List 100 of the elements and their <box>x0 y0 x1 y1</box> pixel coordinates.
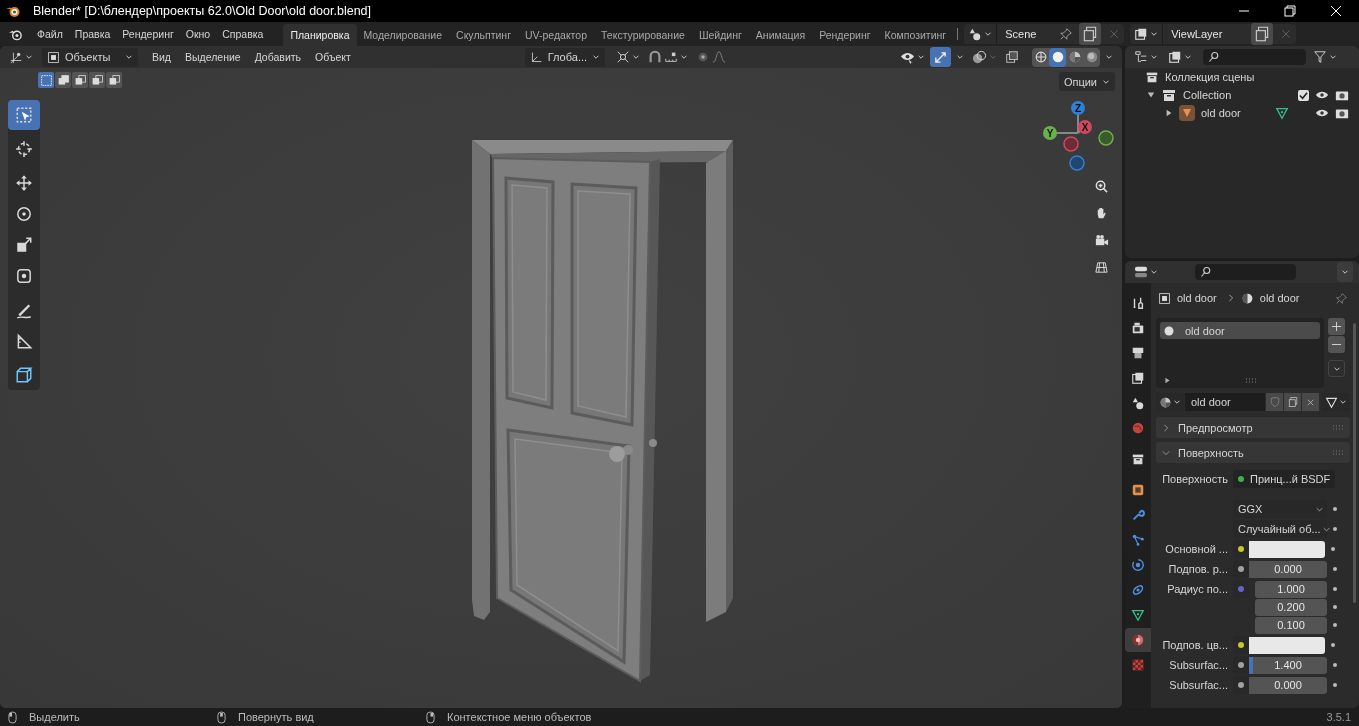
workspace-tab[interactable]: Скульптинг <box>449 24 518 46</box>
axis-label: Y <box>1046 128 1054 139</box>
move-icon <box>15 174 33 192</box>
wireframe-sphere-icon <box>1033 50 1048 64</box>
panel-header[interactable]: Поверхность <box>1156 442 1350 463</box>
outliner-item[interactable]: Collection <box>1183 89 1232 101</box>
viewport-menu-item[interactable]: Выделение <box>179 47 247 67</box>
workspace-tab[interactable]: Анимация <box>748 24 813 46</box>
funnel-icon <box>1313 50 1327 64</box>
mode-dropdown[interactable]: Объекты <box>42 47 138 67</box>
menu-item[interactable]: Файл <box>31 24 69 44</box>
box-icon <box>1145 70 1159 84</box>
unlink-button[interactable] <box>1302 393 1319 411</box>
menu-item[interactable]: Окно <box>179 24 217 44</box>
field-label: Subsurfac... <box>1169 679 1228 691</box>
dropdown-field[interactable]: GGX <box>1233 500 1327 518</box>
maximize-icon[interactable] <box>1284 5 1296 17</box>
color-swatch[interactable] <box>1249 540 1325 558</box>
grip-icon[interactable] <box>1245 377 1257 384</box>
workspace-tab[interactable]: Текстурирование <box>594 24 692 46</box>
workspace-tab[interactable]: Планировка <box>283 24 357 46</box>
keyframe-dot[interactable] <box>1333 567 1337 571</box>
link-icon <box>1131 583 1145 597</box>
shading-mode-button[interactable] <box>1049 47 1066 67</box>
select-mode-button[interactable] <box>72 72 88 88</box>
select-mode-button[interactable] <box>89 72 105 88</box>
collapsed-arrow-icon[interactable] <box>1165 109 1173 117</box>
search-field[interactable] <box>1203 49 1306 65</box>
caret-icon <box>1105 53 1113 61</box>
copy-icon[interactable] <box>1251 23 1274 45</box>
keyframe-dot[interactable] <box>1331 643 1335 647</box>
outliner-item[interactable]: old door <box>1201 107 1241 119</box>
camera-back-icon <box>1131 321 1145 335</box>
shader-link-field[interactable]: Принц...й BSDF <box>1233 470 1336 488</box>
options-dropdown[interactable]: Опции <box>1058 72 1115 91</box>
grip-icon[interactable] <box>1332 424 1344 431</box>
pin-icon[interactable] <box>1335 291 1348 305</box>
gizmo-toggle[interactable] <box>930 47 951 67</box>
expanded-arrow-icon[interactable] <box>1147 91 1155 99</box>
tool-button[interactable] <box>8 100 40 130</box>
number-field[interactable]: 1.000 <box>1255 580 1327 598</box>
navigation-gizmo-drawing[interactable] <box>1043 101 1114 171</box>
workspace-tab[interactable]: Рендеринг <box>812 24 878 46</box>
caret-icon <box>984 30 993 38</box>
viewport-menu-item[interactable]: Добавить <box>248 47 308 67</box>
field-label: Подпов. цв... <box>1162 639 1228 651</box>
viewport-menu-item[interactable]: Вид <box>146 47 177 67</box>
color-swatch[interactable] <box>1249 636 1325 654</box>
select-mode-button[interactable] <box>38 72 54 88</box>
outliner-item[interactable]: Коллекция сцены <box>1165 71 1255 83</box>
gizmo-arrows-icon <box>933 49 948 65</box>
workspace-tab[interactable]: Шейдинг <box>691 24 749 46</box>
caret-icon <box>1150 53 1158 61</box>
select-mode-button[interactable] <box>106 72 122 88</box>
expand-arrow-icon[interactable] <box>1164 377 1171 384</box>
material-name-field[interactable]: old door <box>1185 393 1265 411</box>
workspace-tab[interactable]: Композитинг <box>877 24 954 46</box>
keyframe-dot[interactable] <box>1333 507 1337 511</box>
status-hint: Выделить <box>29 711 81 723</box>
menu-item[interactable]: Рендеринг <box>116 24 180 44</box>
checkbox[interactable] <box>1298 89 1309 101</box>
caret-icon <box>1322 525 1330 533</box>
menu-item[interactable]: Справка <box>216 24 270 44</box>
keyframe-dot[interactable] <box>1333 623 1337 627</box>
dropdown-field[interactable]: Случайный об... <box>1233 520 1327 538</box>
number-field[interactable]: 0.100 <box>1255 616 1327 634</box>
workspace-tab[interactable]: Моделирование <box>356 24 450 46</box>
number-field[interactable]: 0.000 <box>1249 560 1327 578</box>
panel-title: Поверхность <box>1178 446 1244 459</box>
orientation-dropdown[interactable]: Глоба... <box>524 47 606 67</box>
slider-field[interactable]: 1.400 <box>1249 656 1327 674</box>
add-slot-button[interactable] <box>1328 318 1345 335</box>
copy-icon[interactable] <box>1079 23 1102 45</box>
material-slot[interactable]: old door <box>1160 322 1320 339</box>
image-stack-icon <box>1131 371 1145 385</box>
select-mode-icon <box>90 73 104 87</box>
keyframe-dot[interactable] <box>1333 587 1337 591</box>
panel-header[interactable]: Предпросмотр <box>1156 417 1350 438</box>
keyframe-dot[interactable] <box>1333 527 1337 531</box>
close-icon[interactable] <box>1330 5 1342 17</box>
keyframe-dot[interactable] <box>1331 547 1335 551</box>
keyframe-dot[interactable] <box>1333 683 1337 687</box>
grip-icon[interactable] <box>1332 449 1344 456</box>
pencil-icon <box>15 301 33 319</box>
search-field[interactable] <box>1195 264 1296 280</box>
remove-slot-button[interactable] <box>1328 336 1345 353</box>
caret-icon <box>125 53 133 61</box>
keyframe-dot[interactable] <box>1333 663 1337 667</box>
checker-icon <box>1131 658 1145 672</box>
triangle-mesh-icon[interactable] <box>1274 106 1289 120</box>
number-field[interactable]: 0.200 <box>1255 598 1327 616</box>
menu-item[interactable]: Правка <box>68 24 117 44</box>
viewport-menu-item[interactable]: Объект <box>309 47 357 67</box>
duplicate-button[interactable] <box>1284 393 1301 411</box>
pin-icon[interactable] <box>1059 27 1074 41</box>
select-mode-button[interactable] <box>55 72 71 88</box>
keyframe-dot[interactable] <box>1333 605 1337 609</box>
workspace-tab[interactable]: UV-редактор <box>518 24 594 46</box>
number-field[interactable]: 0.000 <box>1249 676 1327 694</box>
properties-tab[interactable] <box>1125 628 1151 652</box>
